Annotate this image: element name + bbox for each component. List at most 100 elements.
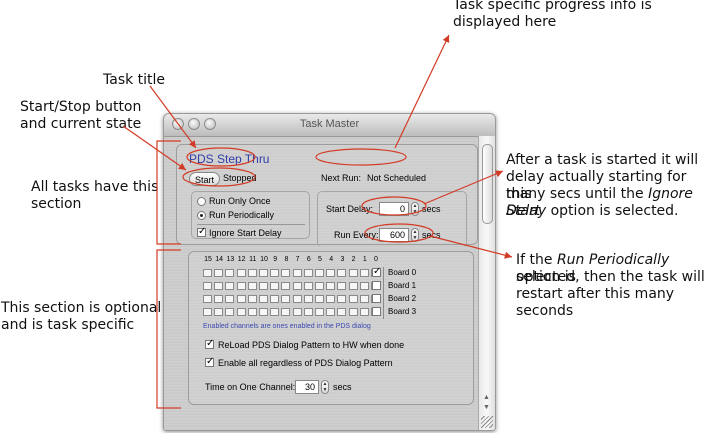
channel-cell[interactable] [315, 269, 324, 277]
start-button[interactable]: Start [189, 172, 220, 186]
channel-cell[interactable] [214, 269, 224, 277]
channel-cell[interactable] [359, 308, 369, 316]
board-checkbox[interactable] [372, 307, 381, 316]
time-on-channel-field[interactable]: 30 [295, 380, 319, 394]
channel-cell[interactable] [326, 269, 336, 277]
channel-cell[interactable] [326, 295, 336, 303]
scroll-up-arrow-icon[interactable]: ▲ [483, 394, 490, 401]
channel-cell[interactable] [214, 282, 224, 290]
channel-cell[interactable] [236, 308, 246, 316]
channel-cell[interactable] [315, 282, 324, 290]
channel-cell[interactable] [359, 282, 369, 290]
channel-cell[interactable] [270, 282, 280, 290]
channel-cell[interactable] [292, 269, 302, 277]
channel-cell[interactable] [270, 295, 280, 303]
channel-label: 13 [226, 256, 235, 263]
channel-cell[interactable] [348, 295, 358, 303]
channel-cell[interactable] [225, 295, 235, 303]
channel-cell[interactable] [225, 269, 235, 277]
channel-cell[interactable] [281, 269, 291, 277]
board-label: Board 1 [388, 281, 417, 290]
ignore-start-delay-checkbox[interactable]: ✓ [197, 227, 206, 237]
divider [197, 224, 305, 225]
channel-cell[interactable] [247, 269, 257, 277]
run-periodically-radio[interactable] [197, 211, 206, 220]
channel-label: 0 [374, 256, 378, 263]
reload-pattern-label: ReLoad PDS Dialog Pattern to HW when don… [218, 340, 405, 350]
channel-cell[interactable] [236, 269, 246, 277]
channel-cell[interactable] [203, 295, 212, 303]
channel-label: 10 [260, 256, 268, 263]
channel-cell[interactable] [236, 282, 246, 290]
channel-cell[interactable] [247, 282, 257, 290]
scrollbar-thumb[interactable] [482, 144, 493, 224]
channel-cell[interactable] [326, 282, 336, 290]
annotation-delay-line1: After a task is started it will [506, 152, 699, 168]
enable-all-checkbox[interactable]: ✓ [205, 357, 214, 367]
channel-cell[interactable] [359, 295, 369, 303]
channel-cell[interactable] [203, 269, 212, 277]
channel-cell[interactable] [259, 282, 268, 290]
channel-cell[interactable] [259, 295, 268, 303]
annotation-optional-line1: This section is optional [1, 300, 162, 316]
task-title: PDS Step Thru [189, 152, 270, 166]
start-delay-field[interactable]: 0 [379, 202, 409, 216]
channel-cell[interactable] [247, 308, 257, 316]
channel-cell[interactable] [259, 308, 268, 316]
channel-cell[interactable] [203, 308, 212, 316]
channel-cell[interactable] [337, 269, 347, 277]
channel-cell[interactable] [281, 308, 291, 316]
channel-cell[interactable] [203, 282, 212, 290]
channel-cell[interactable] [303, 308, 313, 316]
reload-pattern-checkbox[interactable]: ✓ [205, 339, 214, 349]
channel-cell[interactable] [247, 295, 257, 303]
channel-cell[interactable] [225, 308, 235, 316]
board-label: Board 3 [388, 307, 417, 316]
time-on-channel-unit: secs [333, 382, 352, 392]
channel-cell[interactable] [303, 295, 313, 303]
run-every-label: Run Every: [334, 230, 379, 240]
channel-cell[interactable] [292, 308, 302, 316]
channel-cell[interactable] [214, 308, 224, 316]
channel-cell[interactable] [292, 282, 302, 290]
time-on-channel-stepper[interactable]: ▲ ▼ [321, 380, 329, 394]
channel-cell[interactable] [292, 295, 302, 303]
run-every-stepper[interactable]: ▲ ▼ [411, 228, 419, 242]
task-master-window: Task Master ▲ ▼ PDS Step Thru Start Stop… [163, 113, 496, 431]
resize-grip-icon[interactable] [481, 416, 493, 428]
channel-cell[interactable] [348, 308, 358, 316]
channel-label: 7 [295, 256, 300, 263]
channel-cell[interactable] [315, 295, 324, 303]
channel-cell[interactable] [348, 282, 358, 290]
window-titlebar[interactable]: Task Master [164, 114, 495, 137]
board-checkbox[interactable]: ✓ [372, 267, 381, 277]
channel-cell[interactable] [236, 295, 246, 303]
run-only-once-radio[interactable] [197, 197, 206, 206]
run-every-field[interactable]: 600 [379, 228, 409, 242]
channel-cell[interactable] [303, 282, 313, 290]
channel-cell[interactable] [214, 295, 224, 303]
channel-cell[interactable] [281, 282, 291, 290]
channel-cell[interactable] [303, 269, 313, 277]
channel-cell[interactable] [270, 269, 280, 277]
channel-label: 12 [237, 256, 246, 263]
board-checkbox[interactable] [372, 294, 381, 303]
scroll-down-arrow-icon[interactable]: ▼ [483, 404, 490, 411]
channel-cell[interactable] [270, 308, 280, 316]
annotation-start-stop-line2: and current state [20, 116, 142, 132]
vertical-scrollbar[interactable]: ▲ ▼ [478, 136, 495, 430]
channel-cell[interactable] [315, 308, 324, 316]
channel-cell[interactable] [359, 269, 369, 277]
channel-cell[interactable] [326, 308, 336, 316]
channel-cell[interactable] [337, 282, 347, 290]
channel-cell[interactable] [259, 269, 268, 277]
channel-cell[interactable] [337, 295, 347, 303]
channel-cell[interactable] [225, 282, 235, 290]
task-specific-section: 15 14 13 12 11 10 9 8 7 6 5 4 3 2 1 0 ✓ Board 0 Board 1 Bo… [188, 251, 474, 405]
start-delay-stepper[interactable]: ▲ ▼ [411, 202, 419, 216]
board-checkbox[interactable] [372, 281, 381, 290]
channel-cell[interactable] [281, 295, 291, 303]
time-on-channel-label: Time on One Channel: [205, 382, 296, 392]
channel-cell[interactable] [337, 308, 347, 316]
channel-cell[interactable] [348, 269, 358, 277]
